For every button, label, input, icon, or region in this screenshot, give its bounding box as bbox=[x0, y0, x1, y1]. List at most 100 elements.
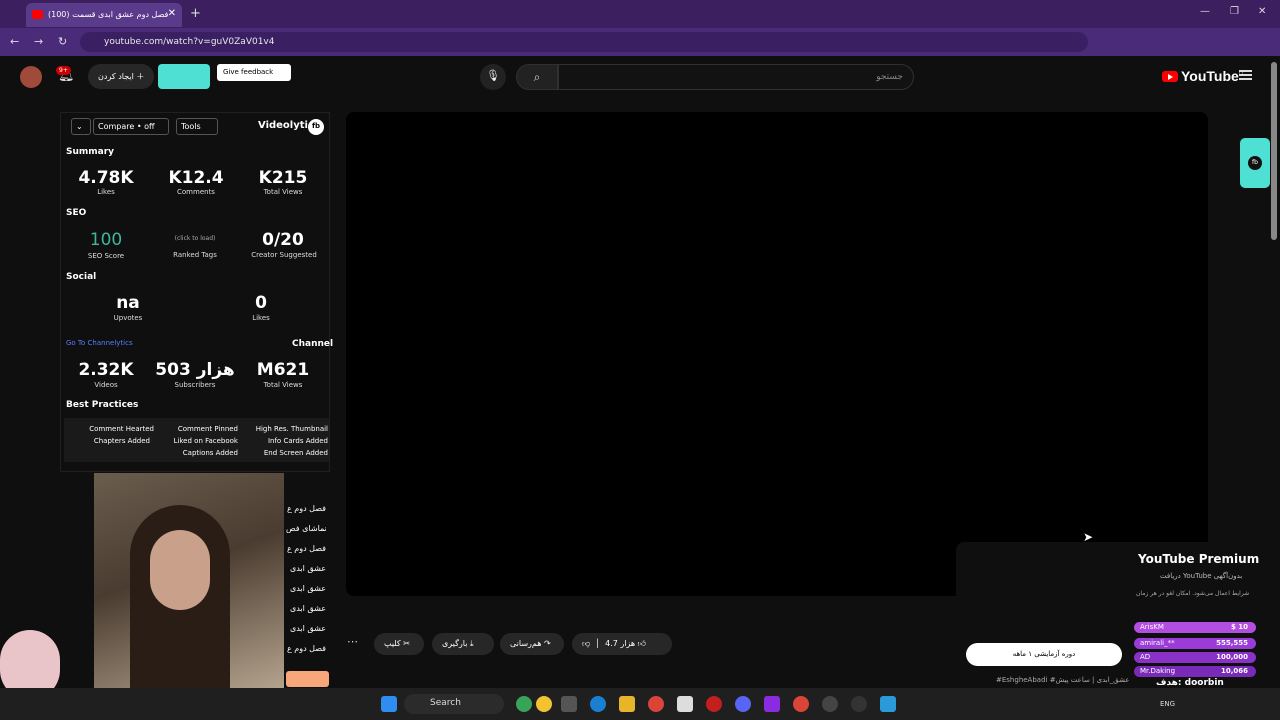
donation-row: AD 100,000 bbox=[1134, 652, 1256, 663]
videolytics-side-badge[interactable]: fb bbox=[1240, 138, 1270, 188]
donation-row: ArisKM $ 10 bbox=[1134, 622, 1256, 633]
widgets-icon[interactable] bbox=[516, 696, 532, 712]
back-icon[interactable]: ← bbox=[10, 35, 19, 48]
channelytics-link[interactable]: Go To Channelytics bbox=[66, 339, 133, 347]
bp-end-screen-added: End Screen Added bbox=[263, 449, 328, 457]
ranked-tags-load-link[interactable]: (click to load) bbox=[165, 235, 225, 242]
compare-button[interactable]: Compare • off bbox=[93, 118, 169, 135]
related-video-title[interactable]: عشق ابدی bbox=[286, 624, 326, 633]
store-icon[interactable] bbox=[677, 696, 693, 712]
youtube-play-icon bbox=[1162, 71, 1178, 82]
copilot-icon[interactable] bbox=[536, 696, 552, 712]
related-video-title[interactable]: فصل دوم ع bbox=[286, 504, 326, 513]
download-button[interactable]: بارگیری ⤓ bbox=[432, 633, 494, 655]
minimize-button[interactable]: — bbox=[1200, 6, 1210, 17]
create-button[interactable]: ایجاد کردن ＋ bbox=[88, 64, 154, 89]
videolytics-badge-icon: fb bbox=[1248, 156, 1262, 170]
like-dislike-group[interactable]: 👎︎ │ 4.7 هزار 👍︎ bbox=[572, 633, 672, 655]
related-video-title[interactable]: عشق ابدی bbox=[286, 604, 326, 613]
new-tab-button[interactable]: + bbox=[190, 6, 201, 21]
likes-value: 4.78K bbox=[78, 168, 134, 188]
search-button[interactable]: ⌕ bbox=[516, 64, 558, 90]
dislike-icon[interactable]: 👎︎ bbox=[582, 639, 590, 648]
seo-score-value: 100 bbox=[89, 230, 123, 250]
search-input[interactable]: جستجو bbox=[558, 64, 914, 90]
subscribers-label: Subscribers bbox=[174, 381, 216, 389]
channel-views-label: Total Views bbox=[263, 381, 303, 389]
social-heading: Social bbox=[66, 272, 97, 282]
like-icon[interactable]: 👍︎ bbox=[638, 639, 646, 648]
premium-note: شرایط اعمال می‌شود. امکان لغو در هر زمان bbox=[1136, 590, 1250, 597]
related-video-title[interactable]: فصل دوم ع bbox=[286, 644, 326, 653]
social-likes-value: 0 bbox=[255, 293, 267, 313]
free-trial-button[interactable]: دوره آزمایشی ۱ ماهه bbox=[966, 643, 1122, 666]
bp-liked-on-facebook: Liked on Facebook bbox=[173, 437, 238, 445]
file-explorer-icon[interactable] bbox=[619, 696, 635, 712]
chrome-active-icon[interactable] bbox=[793, 696, 809, 712]
close-tab-icon[interactable]: ✕ bbox=[168, 8, 176, 19]
give-feedback-button[interactable]: Give feedback bbox=[217, 64, 291, 81]
edge-icon[interactable] bbox=[590, 696, 606, 712]
related-video-title[interactable]: عشق ابدی bbox=[286, 564, 326, 573]
premium-subtitle: دریافت YouTube بدون‌آگهی bbox=[1160, 572, 1243, 580]
ranked-tags-label: Ranked Tags bbox=[173, 251, 217, 259]
collapse-chevron-icon[interactable]: ⌄ bbox=[71, 118, 91, 135]
webcam-person-face bbox=[150, 530, 210, 610]
scrollbar[interactable] bbox=[1271, 62, 1277, 240]
share-button[interactable]: هم‌رسانی ↷ bbox=[500, 633, 564, 655]
related-video-title[interactable]: تماشای فص bbox=[286, 524, 326, 533]
summary-heading: Summary bbox=[66, 147, 115, 157]
notification-badge: 9+ bbox=[56, 66, 71, 75]
close-window-button[interactable]: ✕ bbox=[1258, 6, 1266, 17]
reload-icon[interactable]: ↻ bbox=[58, 35, 67, 48]
related-video-title[interactable]: فصل دوم ع bbox=[286, 544, 326, 553]
app-r-icon[interactable] bbox=[764, 696, 780, 712]
hamburger-menu-icon[interactable] bbox=[1239, 70, 1252, 80]
forward-icon[interactable]: → bbox=[34, 35, 43, 48]
orange-action-button[interactable] bbox=[286, 671, 329, 687]
upvotes-value: na bbox=[116, 293, 140, 313]
total-views-label: Total Views bbox=[263, 188, 303, 196]
avatar[interactable] bbox=[20, 66, 42, 88]
app-red-icon[interactable] bbox=[706, 696, 722, 712]
mic-icon[interactable]: 🎙︎ bbox=[480, 64, 506, 90]
videolytics-logo-icon: fb bbox=[308, 119, 324, 135]
discord-icon[interactable] bbox=[735, 696, 751, 712]
media-player-icon[interactable] bbox=[851, 696, 867, 712]
tools-button[interactable]: Tools bbox=[176, 118, 218, 135]
bp-captions-added: Captions Added bbox=[182, 449, 238, 457]
app-window-icon[interactable] bbox=[880, 696, 896, 712]
taskbar bbox=[0, 688, 1280, 720]
windows-start-icon[interactable] bbox=[381, 696, 397, 712]
clip-button[interactable]: کلیپ ✂ bbox=[374, 633, 424, 655]
video-player[interactable] bbox=[346, 112, 1208, 596]
video-tags[interactable]: #EshgheAbadi #عشق_ابدی | ساعت پیش bbox=[996, 676, 1129, 684]
videolytics-toggle-button[interactable] bbox=[158, 64, 210, 89]
stream-goal-label: هدف: doorbin bbox=[1156, 678, 1224, 688]
donation-row: Mr.Daking 10,066 bbox=[1134, 666, 1256, 677]
related-video-title[interactable]: عشق ابدی bbox=[286, 584, 326, 593]
chrome-icon[interactable] bbox=[648, 696, 664, 712]
creator-suggested-label: Creator Suggested bbox=[251, 251, 317, 259]
seo-heading: SEO bbox=[66, 208, 87, 218]
comments-value: K12.4 bbox=[168, 168, 224, 188]
premium-title: YouTube Premium bbox=[1138, 552, 1260, 566]
likes-label: Likes bbox=[97, 188, 115, 196]
total-views-value: K215 bbox=[258, 168, 308, 188]
best-practices-heading: Best Practices bbox=[66, 400, 139, 410]
bp-high-res-thumbnail: High Res. Thumbnail bbox=[255, 425, 328, 433]
more-actions-icon[interactable]: ⋯ bbox=[347, 635, 358, 648]
task-view-icon[interactable] bbox=[561, 696, 577, 712]
videos-value: 2.32K bbox=[78, 360, 134, 380]
creator-suggested-value: 0/20 bbox=[262, 230, 304, 250]
obs-icon[interactable] bbox=[822, 696, 838, 712]
create-label: ایجاد کردن bbox=[98, 72, 134, 81]
taskbar-search[interactable]: Search bbox=[404, 694, 504, 714]
url-field[interactable]: youtube.com/watch?v=guV0ZaV01v4 bbox=[80, 32, 1088, 52]
comments-label: Comments bbox=[177, 188, 215, 196]
maximize-button[interactable]: ❐ bbox=[1230, 6, 1239, 17]
browser-tab[interactable]: (100) فصل دوم عشق ابدی قسمت ✕ bbox=[26, 3, 182, 27]
system-tray-lang[interactable]: ENG bbox=[1160, 700, 1175, 708]
youtube-logo[interactable]: YouTubeIT bbox=[1162, 68, 1244, 84]
upvotes-label: Upvotes bbox=[113, 314, 143, 322]
